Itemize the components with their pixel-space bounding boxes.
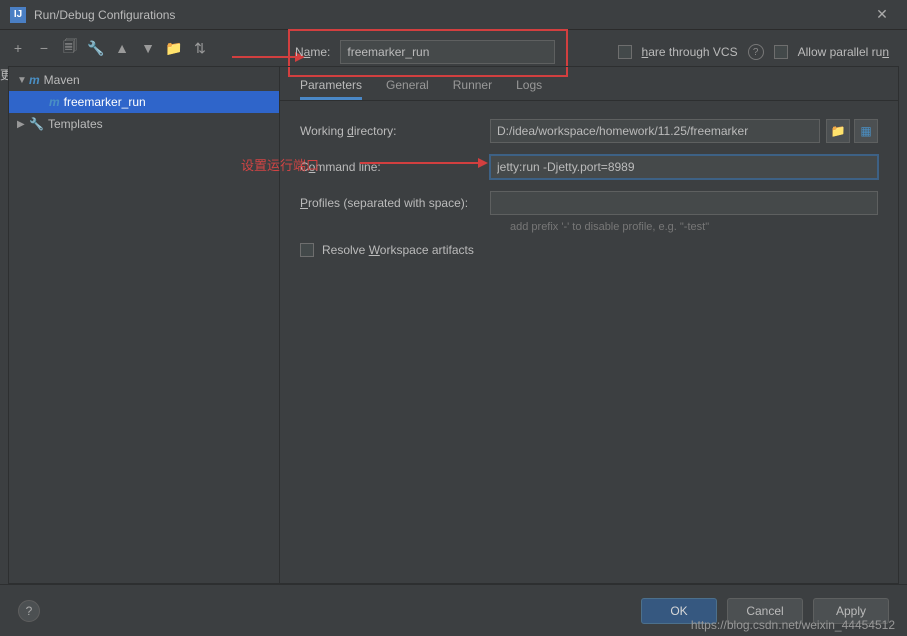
- parallel-run-checkbox[interactable]: [774, 45, 788, 59]
- profiles-input[interactable]: [490, 191, 878, 215]
- close-icon[interactable]: ✕: [867, 6, 897, 23]
- maven-icon: m: [49, 95, 60, 109]
- chevron-right-icon: ▶: [17, 119, 29, 130]
- app-icon: IJ: [10, 7, 26, 23]
- working-dir-input[interactable]: [490, 119, 820, 143]
- resolve-workspace-label: Resolve Workspace artifacts: [322, 243, 474, 257]
- tree-label: Maven: [44, 73, 80, 87]
- insert-macro-icon[interactable]: ▦: [854, 119, 878, 143]
- ok-button[interactable]: OK: [641, 598, 717, 624]
- chevron-down-icon: ▼: [17, 75, 29, 86]
- add-icon[interactable]: +: [8, 38, 28, 58]
- remove-icon[interactable]: −: [34, 38, 54, 58]
- config-tree: ▼ m Maven m freemarker_run ▶ 🔧 Templates: [8, 66, 280, 584]
- command-line-input[interactable]: [490, 155, 878, 179]
- share-vcs-label: hare through VCS: [642, 45, 738, 59]
- tabs: Parameters General Runner Logs: [280, 67, 898, 101]
- help-button[interactable]: ?: [18, 600, 40, 622]
- copy-icon[interactable]: 🗐: [60, 38, 80, 58]
- tree-node-templates[interactable]: ▶ 🔧 Templates: [9, 113, 279, 135]
- tab-runner[interactable]: Runner: [453, 78, 492, 100]
- profiles-label: Profiles (separated with space):: [300, 196, 490, 210]
- profiles-hint: add prefix '-' to disable profile, e.g. …: [510, 221, 878, 233]
- options-row: hare through VCS ? Allow parallel run: [618, 44, 889, 60]
- window-title: Run/Debug Configurations: [34, 8, 867, 22]
- cancel-button[interactable]: Cancel: [727, 598, 803, 624]
- collapse-icon[interactable]: ⇅: [190, 38, 210, 58]
- parameters-form: Working directory: 📁 ▦ Command line: Pro…: [280, 101, 898, 257]
- share-vcs-checkbox[interactable]: [618, 45, 632, 59]
- tab-logs[interactable]: Logs: [516, 78, 542, 100]
- maven-icon: m: [29, 73, 40, 87]
- tree-label: Templates: [48, 117, 103, 131]
- name-input[interactable]: [340, 40, 555, 64]
- resolve-workspace-checkbox[interactable]: [300, 243, 314, 257]
- title-bar: IJ Run/Debug Configurations ✕: [0, 0, 907, 30]
- tree-node-freemarker-run[interactable]: m freemarker_run: [9, 91, 279, 113]
- browse-folder-icon[interactable]: 📁: [826, 119, 850, 143]
- name-row: Name:: [295, 40, 555, 64]
- parallel-run-label: Allow parallel run: [798, 45, 889, 59]
- wrench-icon: 🔧: [29, 117, 44, 131]
- working-dir-label: Working directory:: [300, 124, 490, 138]
- dialog-footer: ? OK Cancel Apply: [0, 584, 907, 636]
- tab-general[interactable]: General: [386, 78, 429, 100]
- down-icon[interactable]: ▼: [138, 38, 158, 58]
- name-label: Name:: [295, 45, 330, 59]
- tree-label: freemarker_run: [64, 95, 146, 109]
- annotation-setport: 设置运行端口: [241, 155, 319, 174]
- apply-button[interactable]: Apply: [813, 598, 889, 624]
- tab-parameters[interactable]: Parameters: [300, 78, 362, 100]
- tree-node-maven[interactable]: ▼ m Maven: [9, 69, 279, 91]
- wrench-icon[interactable]: 🔧: [86, 38, 106, 58]
- help-icon[interactable]: ?: [748, 44, 764, 60]
- annotation-arrow-icon: [360, 162, 480, 164]
- config-panel: Parameters General Runner Logs Working d…: [280, 66, 899, 584]
- folder-icon[interactable]: 📁: [164, 38, 184, 58]
- annotation-arrow-icon: [232, 56, 297, 58]
- up-icon[interactable]: ▲: [112, 38, 132, 58]
